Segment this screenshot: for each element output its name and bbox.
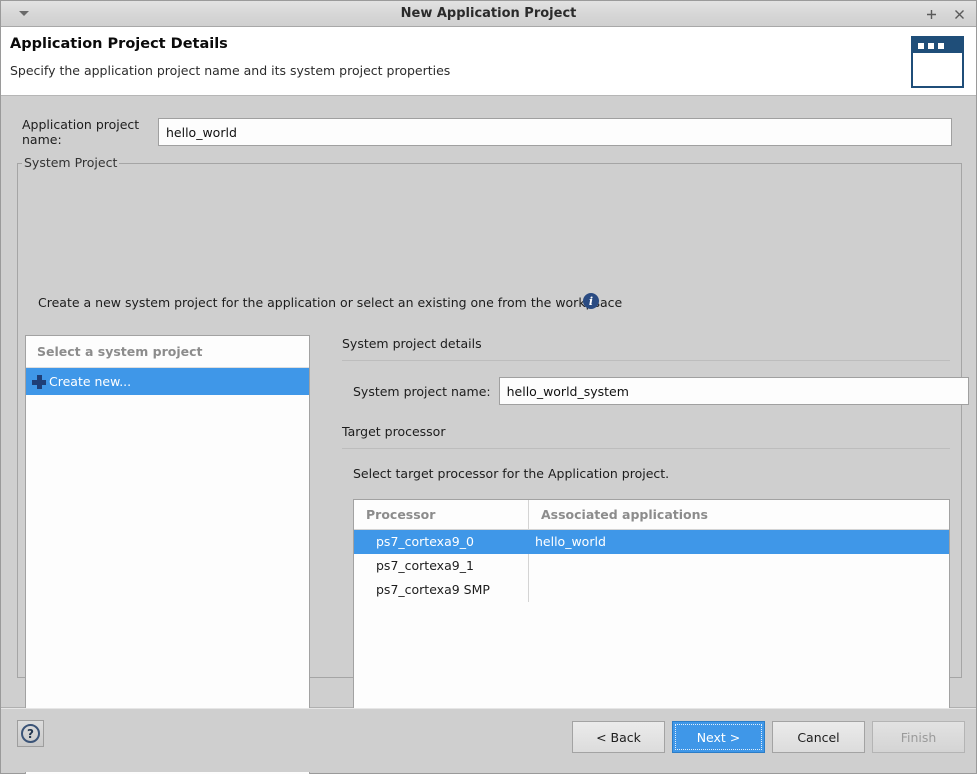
- window-title: New Application Project: [1, 6, 976, 21]
- dialog-header: Application Project Details Specify the …: [1, 27, 976, 96]
- help-button[interactable]: ?: [17, 720, 44, 747]
- plus-icon: [32, 375, 46, 389]
- system-project-legend: System Project: [22, 155, 119, 170]
- table-row[interactable]: ps7_cortexa9_1: [354, 554, 949, 578]
- window-controls: [922, 1, 968, 27]
- page-subtitle: Specify the application project name and…: [10, 63, 450, 78]
- table-row[interactable]: ps7_cortexa9_0 hello_world: [354, 530, 949, 554]
- dialog-body: Application project name: System Project…: [1, 96, 976, 708]
- cell-processor: ps7_cortexa9_0: [354, 530, 529, 554]
- page-title: Application Project Details: [10, 36, 228, 52]
- footer-button-group: < Back Next > Cancel Finish: [572, 721, 965, 753]
- cell-processor: ps7_cortexa9_1: [354, 554, 529, 578]
- list-item-label: Create new...: [49, 374, 131, 389]
- question-mark-icon: ?: [21, 724, 40, 743]
- system-project-name-row: System project name:: [353, 377, 969, 405]
- application-name-input[interactable]: [158, 118, 952, 146]
- application-name-label: Application project name:: [22, 117, 158, 147]
- window-wizard-icon: [911, 36, 964, 88]
- application-name-row: Application project name:: [22, 117, 952, 147]
- new-application-project-dialog: New Application Project Application Proj…: [0, 0, 977, 774]
- cancel-button[interactable]: Cancel: [772, 721, 865, 753]
- processor-table[interactable]: Processor Associated applications ps7_co…: [353, 499, 950, 741]
- cell-applications: [529, 578, 949, 602]
- back-button[interactable]: < Back: [572, 721, 665, 753]
- cell-processor: ps7_cortexa9 SMP: [354, 578, 529, 602]
- cell-applications: hello_world: [529, 530, 949, 554]
- next-button[interactable]: Next >: [672, 721, 765, 753]
- window-wizard-icon-bar: [913, 38, 962, 53]
- list-item-create-new[interactable]: Create new...: [26, 368, 309, 395]
- close-icon[interactable]: [950, 5, 968, 23]
- maximize-icon[interactable]: [922, 5, 940, 23]
- column-header-associated-applications: Associated applications: [529, 500, 949, 529]
- info-icon[interactable]: i: [583, 293, 599, 309]
- target-processor-divider: [342, 448, 950, 449]
- system-project-description: Create a new system project for the appl…: [38, 295, 622, 310]
- system-project-groupbox-legend-line: System Project: [17, 163, 962, 164]
- window-titlebar: New Application Project: [1, 1, 976, 27]
- column-header-processor: Processor: [354, 500, 529, 529]
- system-details-title: System project details: [342, 336, 482, 351]
- system-project-list-header: Select a system project: [26, 336, 309, 368]
- cell-applications: [529, 554, 949, 578]
- system-project-name-label: System project name:: [353, 384, 491, 399]
- dialog-footer: ? < Back Next > Cancel Finish: [1, 708, 976, 772]
- finish-button: Finish: [872, 721, 965, 753]
- target-processor-title: Target processor: [342, 424, 445, 439]
- chevron-down-icon: [19, 11, 29, 16]
- table-row[interactable]: ps7_cortexa9 SMP: [354, 578, 949, 602]
- target-processor-description: Select target processor for the Applicat…: [353, 466, 669, 481]
- processor-table-header: Processor Associated applications: [354, 500, 949, 530]
- window-menu-button[interactable]: [17, 7, 31, 21]
- system-project-name-input[interactable]: [499, 377, 969, 405]
- system-details-divider: [342, 360, 950, 361]
